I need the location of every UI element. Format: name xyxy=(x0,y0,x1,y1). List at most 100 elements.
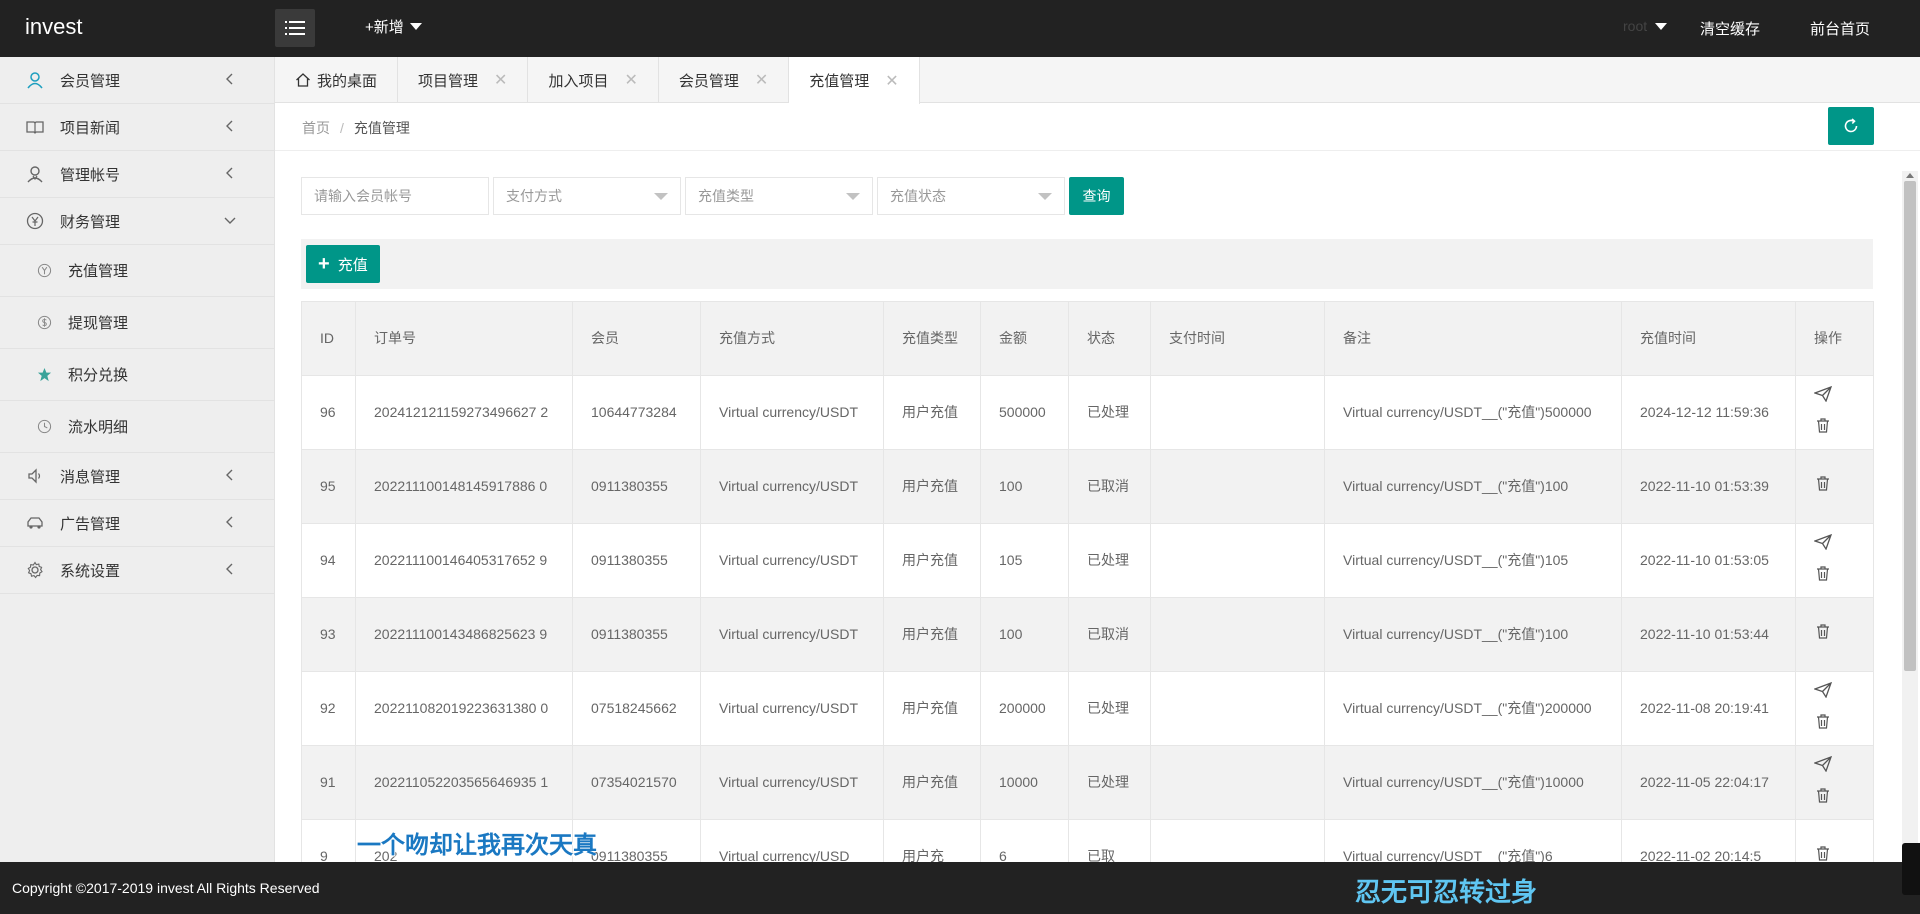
recharge-status-select[interactable]: 充值状态 xyxy=(877,177,1065,215)
top-header: invest +新增 root 清空缓存 前台首页 xyxy=(0,0,1920,57)
scrollbar-thumb[interactable] xyxy=(1904,181,1916,671)
send-icon xyxy=(1813,385,1833,402)
cell-status: 已处理 xyxy=(1068,745,1151,820)
user-menu[interactable]: root xyxy=(1623,18,1668,34)
member-account-input[interactable] xyxy=(301,177,489,215)
dollar-circle-icon xyxy=(36,315,52,331)
cell-time: 2022-11-08 20:19:41 xyxy=(1621,671,1796,746)
cell-time: 2022-11-10 01:53:05 xyxy=(1621,523,1796,598)
sidebar-item-finance[interactable]: 财务管理 xyxy=(0,198,274,245)
cell-amount: 100 xyxy=(980,449,1069,524)
sidebar-subitem-flow[interactable]: 流水明细 xyxy=(0,401,274,453)
process-button[interactable] xyxy=(1813,755,1833,780)
breadcrumb-home[interactable]: 首页 xyxy=(302,120,330,136)
sidebar-item-messages[interactable]: 消息管理 xyxy=(0,453,274,500)
tab-projects[interactable]: 项目管理 ✕ xyxy=(398,57,529,103)
cell-method: Virtual currency/USDT xyxy=(700,745,884,820)
process-button[interactable] xyxy=(1813,533,1833,558)
table-header-row: ID 订单号 会员 充值方式 充值类型 金额 状态 支付时间 备注 充值时间 操… xyxy=(301,301,1874,376)
select-value: 支付方式 xyxy=(506,188,562,204)
delete-button[interactable] xyxy=(1814,416,1832,441)
clear-cache-link[interactable]: 清空缓存 xyxy=(1700,18,1760,39)
cell-amount: 100 xyxy=(980,597,1069,672)
cell-note: Virtual currency/USDT__("充值")6 xyxy=(1324,819,1622,862)
tab-join-project[interactable]: 加入项目 ✕ xyxy=(528,57,659,103)
chevron-left-icon xyxy=(226,563,233,575)
sidebar-item-members[interactable]: 会员管理 xyxy=(0,57,274,104)
recharge-type-select[interactable]: 充值类型 xyxy=(685,177,873,215)
app-logo[interactable]: invest xyxy=(25,14,82,40)
clock-icon xyxy=(36,419,52,435)
process-button[interactable] xyxy=(1813,681,1833,706)
cell-id: 96 xyxy=(301,375,356,450)
cell-type: 用户充值 xyxy=(883,375,981,450)
admin-icon xyxy=(25,164,45,184)
chevron-down-icon xyxy=(224,217,236,224)
table-row: 94 202211100146405317652 9 0911380355 Virtu… xyxy=(301,523,1874,598)
delete-button[interactable] xyxy=(1814,564,1832,589)
cell-status: 已取消 xyxy=(1068,449,1151,524)
trash-icon xyxy=(1817,476,1829,491)
cell-amount: 10000 xyxy=(980,745,1069,820)
cell-time: 2022-11-10 01:53:44 xyxy=(1621,597,1796,672)
sidebar-item-label: 流水明细 xyxy=(68,419,129,436)
close-icon[interactable]: ✕ xyxy=(624,70,637,90)
column-header: 状态 xyxy=(1068,301,1151,376)
tab-members[interactable]: 会员管理 ✕ xyxy=(659,57,790,103)
sidebar-item-label: 广告管理 xyxy=(60,515,121,533)
pay-method-select[interactable]: 支付方式 xyxy=(493,177,681,215)
column-header: 会员 xyxy=(572,301,701,376)
delete-button[interactable] xyxy=(1814,622,1832,647)
close-icon[interactable]: ✕ xyxy=(885,71,898,91)
cell-ops xyxy=(1795,819,1874,862)
trash-icon xyxy=(1817,565,1829,581)
tab-label: 充值管理 xyxy=(809,73,870,90)
vertical-scrollbar[interactable] xyxy=(1902,171,1918,861)
delete-button[interactable] xyxy=(1814,712,1832,737)
cell-member: 10644773284 xyxy=(572,375,701,450)
gear-icon xyxy=(25,560,45,580)
process-button[interactable] xyxy=(1813,385,1833,410)
cell-member: 0911380355 xyxy=(572,597,701,672)
cell-order: 202412121159273496627 2 xyxy=(355,375,573,450)
table-toolbar: + 充值 xyxy=(301,239,1873,289)
cell-pay-time xyxy=(1150,597,1325,672)
sidebar-subitem-recharge[interactable]: 充值管理 xyxy=(0,245,274,297)
sidebar-item-settings[interactable]: 系统设置 xyxy=(0,547,274,594)
delete-button[interactable] xyxy=(1814,786,1832,811)
sidebar-item-news[interactable]: 项目新闻 xyxy=(0,104,274,151)
column-header: 充值方式 xyxy=(700,301,884,376)
add-new-menu[interactable]: +新增 xyxy=(365,16,422,37)
main-area: 我的桌面 项目管理 ✕ 加入项目 ✕ 会员管理 ✕ 充值管理 ✕ 首页 / 充值管理 xyxy=(275,57,1920,862)
sidebar-item-label: 充值管理 xyxy=(68,263,129,280)
cell-note: Virtual currency/USDT__("充值")100 xyxy=(1324,449,1622,524)
sidebar-item-ads[interactable]: 广告管理 xyxy=(0,500,274,547)
delete-button[interactable] xyxy=(1814,474,1832,499)
cell-pay-time xyxy=(1150,449,1325,524)
floating-side-widget[interactable] xyxy=(1902,843,1920,895)
cell-amount: 500000 xyxy=(980,375,1069,450)
cell-order: 202211100143486825623 9 xyxy=(355,597,573,672)
cell-ops xyxy=(1795,375,1874,450)
delete-button[interactable] xyxy=(1814,844,1832,862)
query-button[interactable]: 查询 xyxy=(1069,177,1124,215)
front-home-link[interactable]: 前台首页 xyxy=(1810,18,1870,39)
sidebar-item-admins[interactable]: 管理帐号 xyxy=(0,151,274,198)
add-recharge-button[interactable]: + 充值 xyxy=(306,245,380,283)
menu-toggle-button[interactable] xyxy=(275,9,315,47)
copyright-text: Copyright ©2017-2019 invest All Rights R… xyxy=(12,880,320,896)
table-row: 91 202211052203565646935 1 07354021570 Virt… xyxy=(301,745,1874,820)
close-icon[interactable]: ✕ xyxy=(755,70,768,90)
home-icon xyxy=(296,73,310,87)
cell-order: 202211100146405317652 9 xyxy=(355,523,573,598)
scroll-up-icon[interactable] xyxy=(1906,173,1914,178)
column-header: 操作 xyxy=(1795,301,1874,376)
sidebar-subitem-withdraw[interactable]: 提现管理 xyxy=(0,297,274,349)
cell-note: Virtual currency/USDT__("充值")10000 xyxy=(1324,745,1622,820)
refresh-button[interactable] xyxy=(1828,107,1874,145)
tab-recharge[interactable]: 充值管理 ✕ xyxy=(789,57,920,104)
column-header: 充值时间 xyxy=(1621,301,1796,376)
tab-desktop[interactable]: 我的桌面 xyxy=(275,57,399,103)
sidebar-subitem-points[interactable]: 积分兑换 xyxy=(0,349,274,401)
close-icon[interactable]: ✕ xyxy=(494,70,507,90)
